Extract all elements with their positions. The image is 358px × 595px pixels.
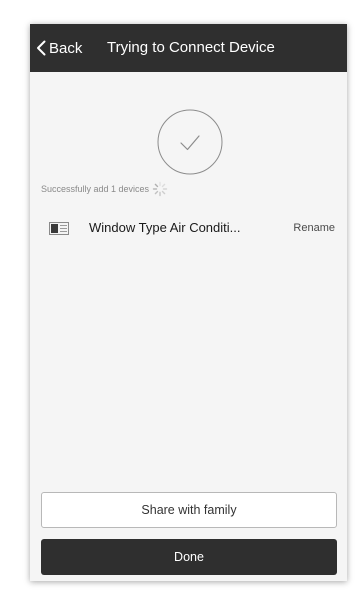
done-button[interactable]: Done — [41, 539, 337, 575]
share-with-family-button[interactable]: Share with family — [41, 492, 337, 528]
check-circle-icon — [157, 109, 223, 175]
back-label: Back — [49, 39, 83, 57]
air-conditioner-icon — [49, 222, 69, 235]
status-message: Successfully add 1 devices — [41, 184, 150, 194]
back-button[interactable]: Back — [36, 24, 82, 72]
spinner-icon — [152, 181, 168, 197]
app-screen: Back Trying to Connect Device Successful… — [30, 24, 347, 581]
device-name: Window Type Air Conditi... — [89, 220, 241, 235]
device-list-item: Window Type Air Conditi... Rename — [30, 216, 347, 240]
page-title: Trying to Connect Device — [107, 39, 275, 56]
navigation-bar: Back Trying to Connect Device — [30, 24, 347, 72]
rename-button[interactable]: Rename — [293, 216, 335, 240]
chevron-left-icon — [37, 40, 46, 56]
connection-status: Successfully add 1 devices — [41, 181, 168, 197]
